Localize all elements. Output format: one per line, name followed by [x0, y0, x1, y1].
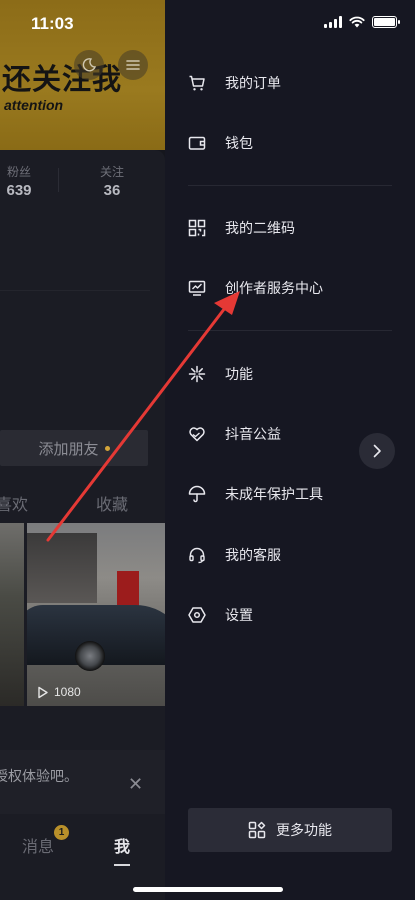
section-divider — [0, 290, 150, 291]
moon-icon — [82, 58, 96, 72]
followers-label: 粉丝 — [6, 165, 31, 179]
menu-item-label: 钱包 — [225, 136, 253, 152]
video-thumbnail-partial[interactable] — [0, 523, 24, 706]
menu-item-orders[interactable]: 我的订单 — [188, 73, 281, 93]
cover-subtitle: attention — [4, 97, 64, 113]
headset-icon — [188, 546, 206, 564]
menu-item-qrcode[interactable]: 我的二维码 — [188, 218, 295, 238]
following-label: 关注 — [99, 165, 124, 179]
stat-divider — [58, 168, 59, 192]
following-stat[interactable]: 关注 36 — [92, 163, 132, 199]
grid-plus-icon — [248, 821, 266, 839]
cart-icon — [188, 74, 206, 92]
profile-page-background[interactable]: 还关注我 attention 粉丝 639 关注 36 添加朋友 喜欢 收藏 1… — [0, 0, 165, 900]
tab-me-indicator — [114, 864, 130, 866]
menu-item-customer-service[interactable]: 我的客服 — [188, 545, 281, 565]
moon-mode-button[interactable] — [74, 50, 104, 80]
tip-text: 授权体验吧。 — [0, 769, 78, 785]
menu-item-creator-center[interactable]: 创作者服务中心 — [188, 278, 323, 298]
menu-divider — [188, 185, 392, 186]
close-icon[interactable]: ✕ — [128, 774, 143, 795]
menu-item-label: 我的客服 — [225, 548, 281, 564]
play-icon — [38, 686, 48, 698]
video-thumbnail[interactable] — [27, 523, 165, 706]
menu-item-label: 我的二维码 — [225, 221, 295, 237]
chevron-right-icon — [373, 444, 381, 458]
menu-item-wallet[interactable]: 钱包 — [188, 133, 253, 153]
sparkle-icon — [188, 365, 206, 383]
hexagon-settings-icon — [188, 606, 206, 624]
cover-title: 还关注我 — [2, 62, 123, 96]
cellular-signal-icon — [324, 16, 342, 28]
followers-stat[interactable]: 粉丝 639 — [0, 163, 44, 199]
menu-item-label: 我的订单 — [225, 76, 281, 92]
menu-item-label: 功能 — [225, 367, 253, 383]
add-friend-label: 添加朋友 — [38, 439, 99, 458]
expand-button[interactable] — [359, 433, 395, 469]
qrcode-icon — [188, 219, 206, 237]
menu-item-label: 抖音公益 — [225, 427, 281, 443]
wallet-icon — [188, 134, 206, 152]
more-features-button[interactable]: 更多功能 — [188, 808, 392, 852]
add-friend-button[interactable]: 添加朋友 — [0, 430, 148, 466]
menu-item-settings[interactable]: 设置 — [188, 605, 253, 625]
status-icons — [324, 16, 400, 28]
following-count: 36 — [103, 182, 121, 199]
umbrella-icon — [188, 485, 206, 503]
video-play-count: 1080 — [36, 685, 81, 699]
tab-messages[interactable]: 消息 — [22, 833, 54, 857]
tab-favorites[interactable]: 收藏 — [96, 491, 128, 515]
messages-badge: 1 — [54, 825, 69, 840]
tab-likes[interactable]: 喜欢 — [0, 491, 28, 515]
menu-item-charity[interactable]: 抖音公益 — [188, 424, 281, 444]
followers-count: 639 — [6, 182, 32, 199]
home-indicator[interactable] — [133, 887, 283, 892]
menu-button[interactable] — [118, 50, 148, 80]
wifi-icon — [349, 16, 365, 28]
battery-icon — [372, 16, 400, 28]
play-count-value: 1080 — [54, 685, 81, 699]
notification-dot — [104, 445, 110, 451]
menu-item-minor-protection[interactable]: 未成年保护工具 — [188, 484, 323, 504]
more-features-label: 更多功能 — [276, 823, 332, 839]
status-time: 11:03 — [31, 14, 74, 33]
menu-item-label: 创作者服务中心 — [225, 281, 323, 297]
tab-me[interactable]: 我 — [114, 833, 130, 857]
menu-item-label: 设置 — [225, 608, 253, 624]
hamburger-icon — [126, 60, 140, 70]
menu-divider — [188, 330, 392, 331]
menu-item-features[interactable]: 功能 — [188, 364, 253, 384]
chart-monitor-icon — [188, 279, 206, 297]
menu-item-label: 未成年保护工具 — [225, 487, 323, 503]
heart-hand-icon — [188, 425, 206, 443]
